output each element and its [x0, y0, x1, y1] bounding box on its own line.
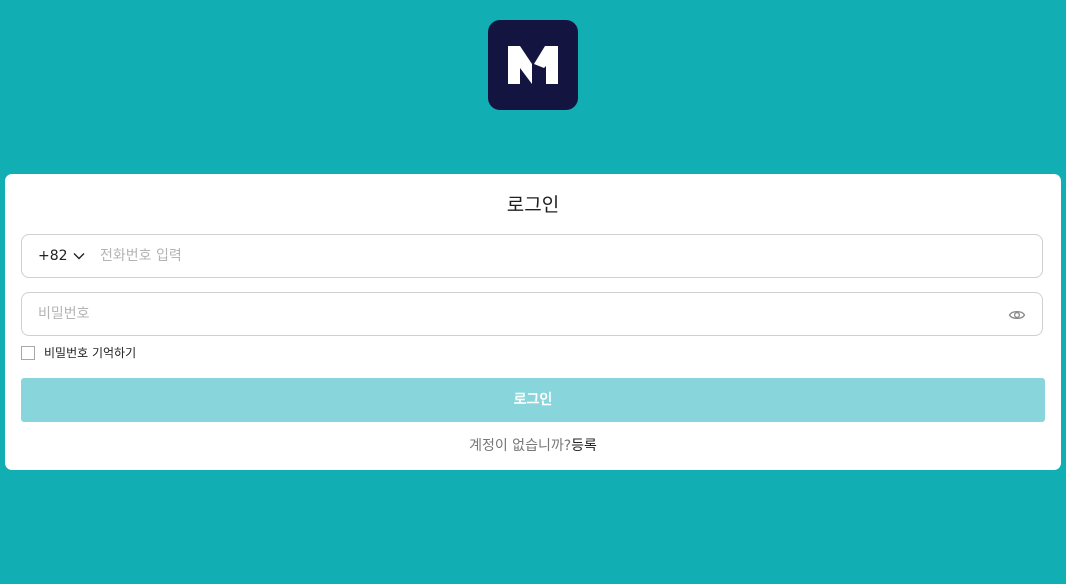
password-input[interactable]	[38, 293, 998, 335]
login-button[interactable]: 로그인	[21, 378, 1045, 422]
signup-prompt: 계정이 없습니까?	[469, 438, 572, 454]
signup-prompt-row: 계정이 없습니까?등록	[5, 435, 1061, 455]
remember-checkbox[interactable]	[21, 345, 35, 360]
remember-password-option[interactable]: 비밀번호 기억하기	[21, 344, 136, 361]
app-logo	[488, 20, 578, 110]
signup-link[interactable]: 등록	[571, 438, 597, 454]
m-logo-icon	[508, 46, 558, 84]
login-card: 로그인 +82 비밀번호 기억하기 로그인 계정이 없습니까?등록	[5, 174, 1061, 470]
phone-field: +82	[21, 234, 1043, 278]
phone-input[interactable]	[100, 235, 1020, 277]
page-title: 로그인	[506, 194, 560, 216]
password-field	[21, 292, 1043, 336]
eye-icon[interactable]	[1008, 306, 1026, 324]
chevron-down-icon	[73, 253, 85, 260]
remember-label: 비밀번호 기억하기	[44, 346, 137, 360]
country-code-select[interactable]: +82	[38, 248, 86, 264]
country-code-label: +82	[38, 248, 68, 264]
